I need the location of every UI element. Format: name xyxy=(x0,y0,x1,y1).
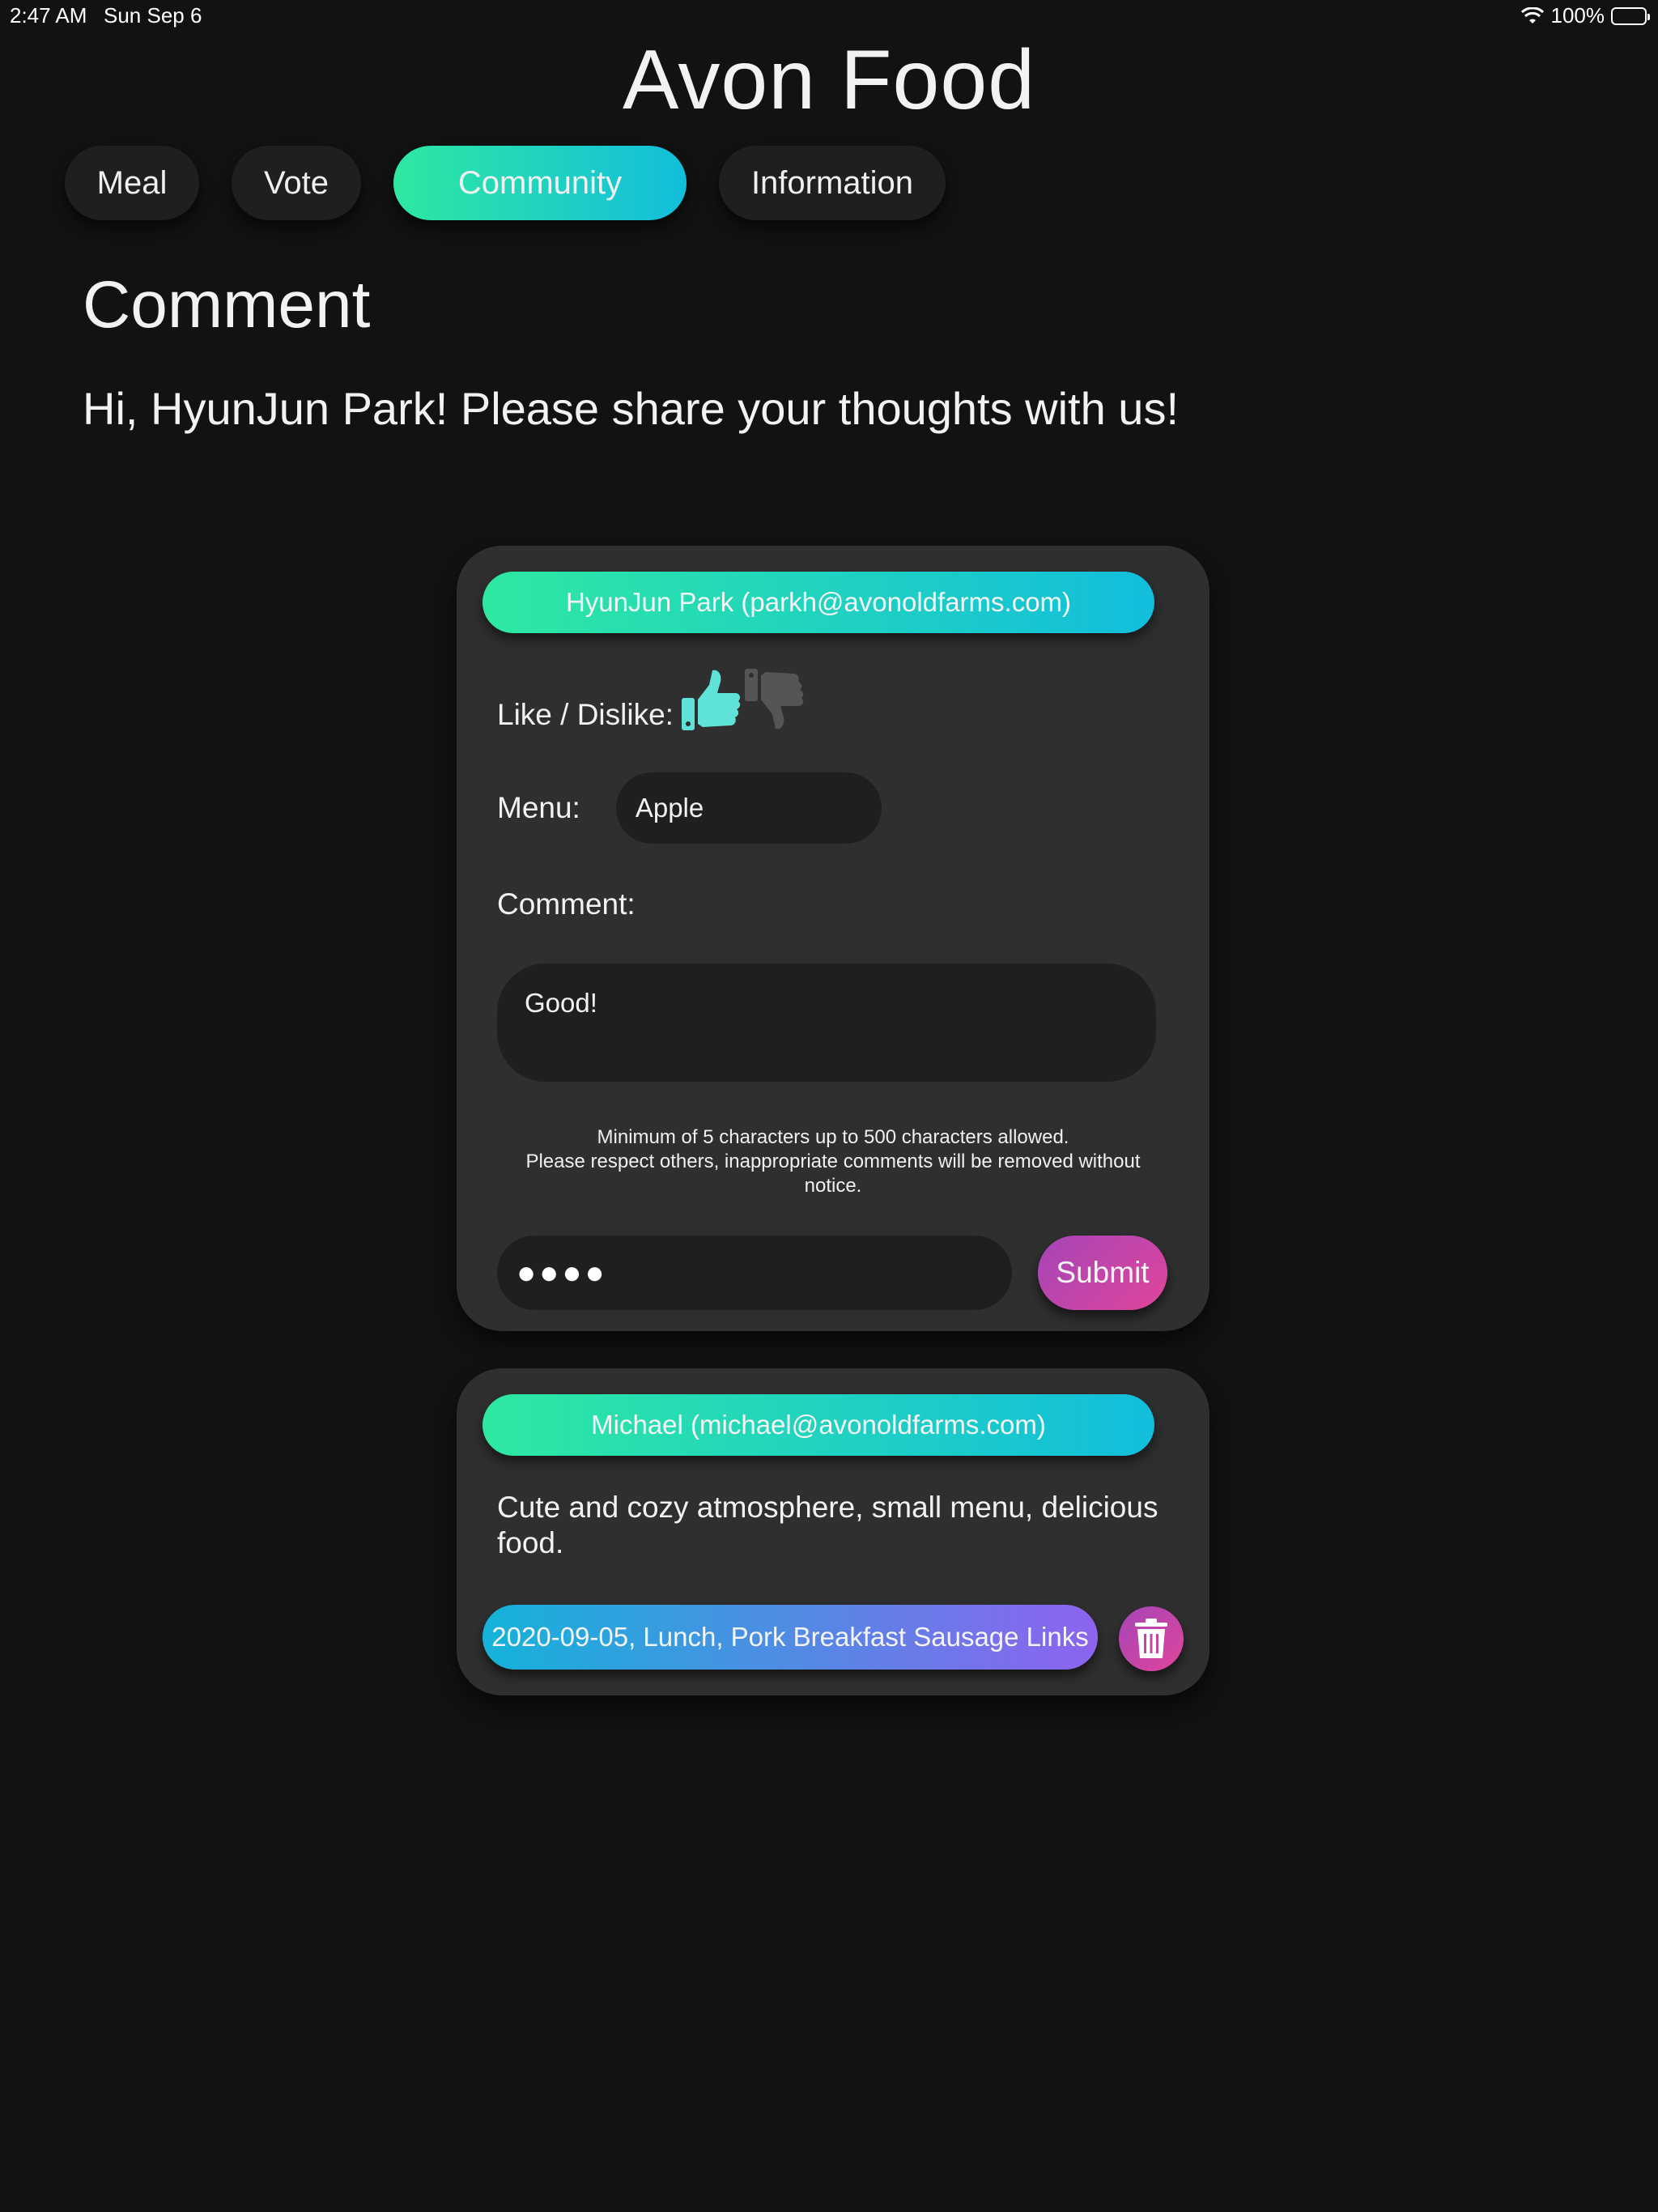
greeting-text: Hi, HyunJun Park! Please share your thou… xyxy=(83,383,1180,434)
menu-label: Menu: xyxy=(497,791,580,824)
comment-label: Comment: xyxy=(497,887,636,921)
menu-select[interactable]: Apple xyxy=(615,772,882,844)
thumbs-down-icon[interactable] xyxy=(743,667,806,732)
comment-rules: Minimum of 5 characters up to 500 charac… xyxy=(513,1125,1153,1198)
tab-vote[interactable]: Vote xyxy=(232,146,361,220)
wifi-icon xyxy=(1520,6,1544,23)
battery-icon xyxy=(1611,6,1650,25)
review-text: Cute and cozy atmosphere, small menu, de… xyxy=(497,1491,1158,1559)
comment-textarea[interactable]: Good! xyxy=(497,963,1156,1082)
review-meal-tag: 2020-09-05, Lunch, Pork Breakfast Sausag… xyxy=(483,1605,1098,1670)
like-dislike-label: Like / Dislike: xyxy=(497,698,674,731)
pin-input[interactable]: ●●●● xyxy=(497,1236,1012,1310)
status-right: 100% xyxy=(1520,3,1650,28)
page-title: Comment xyxy=(83,268,371,342)
app-title: Avon Food xyxy=(622,33,1036,127)
menu-row: Menu: Apple xyxy=(497,772,882,844)
tab-meal[interactable]: Meal xyxy=(65,146,199,220)
status-bar: 2:47 AM Sun Sep 6 100% xyxy=(0,0,1658,32)
status-time: 2:47 AM xyxy=(10,3,87,28)
like-dislike-row: Like / Dislike: xyxy=(497,667,806,732)
tab-community[interactable]: Community xyxy=(393,146,687,220)
review-card: Michael (michael@avonoldfarms.com) Cute … xyxy=(457,1368,1209,1695)
rules-line-1: Minimum of 5 characters up to 500 charac… xyxy=(597,1126,1069,1148)
tab-information[interactable]: Information xyxy=(719,146,946,220)
thumbs-up-icon[interactable] xyxy=(680,667,743,732)
battery-percent: 100% xyxy=(1550,3,1605,28)
tab-bar: Meal Vote Community Information xyxy=(65,146,946,220)
rules-line-2: Please respect others, inappropriate com… xyxy=(525,1151,1141,1197)
status-date: Sun Sep 6 xyxy=(104,3,202,28)
submit-button[interactable]: Submit xyxy=(1038,1236,1167,1310)
comment-form-card: HyunJun Park (parkh@avonoldfarms.com) Li… xyxy=(457,546,1209,1331)
delete-button[interactable] xyxy=(1119,1606,1184,1671)
trash-icon xyxy=(1135,1619,1167,1658)
user-header: HyunJun Park (parkh@avonoldfarms.com) xyxy=(483,572,1154,633)
review-user-header: Michael (michael@avonoldfarms.com) xyxy=(483,1394,1154,1456)
